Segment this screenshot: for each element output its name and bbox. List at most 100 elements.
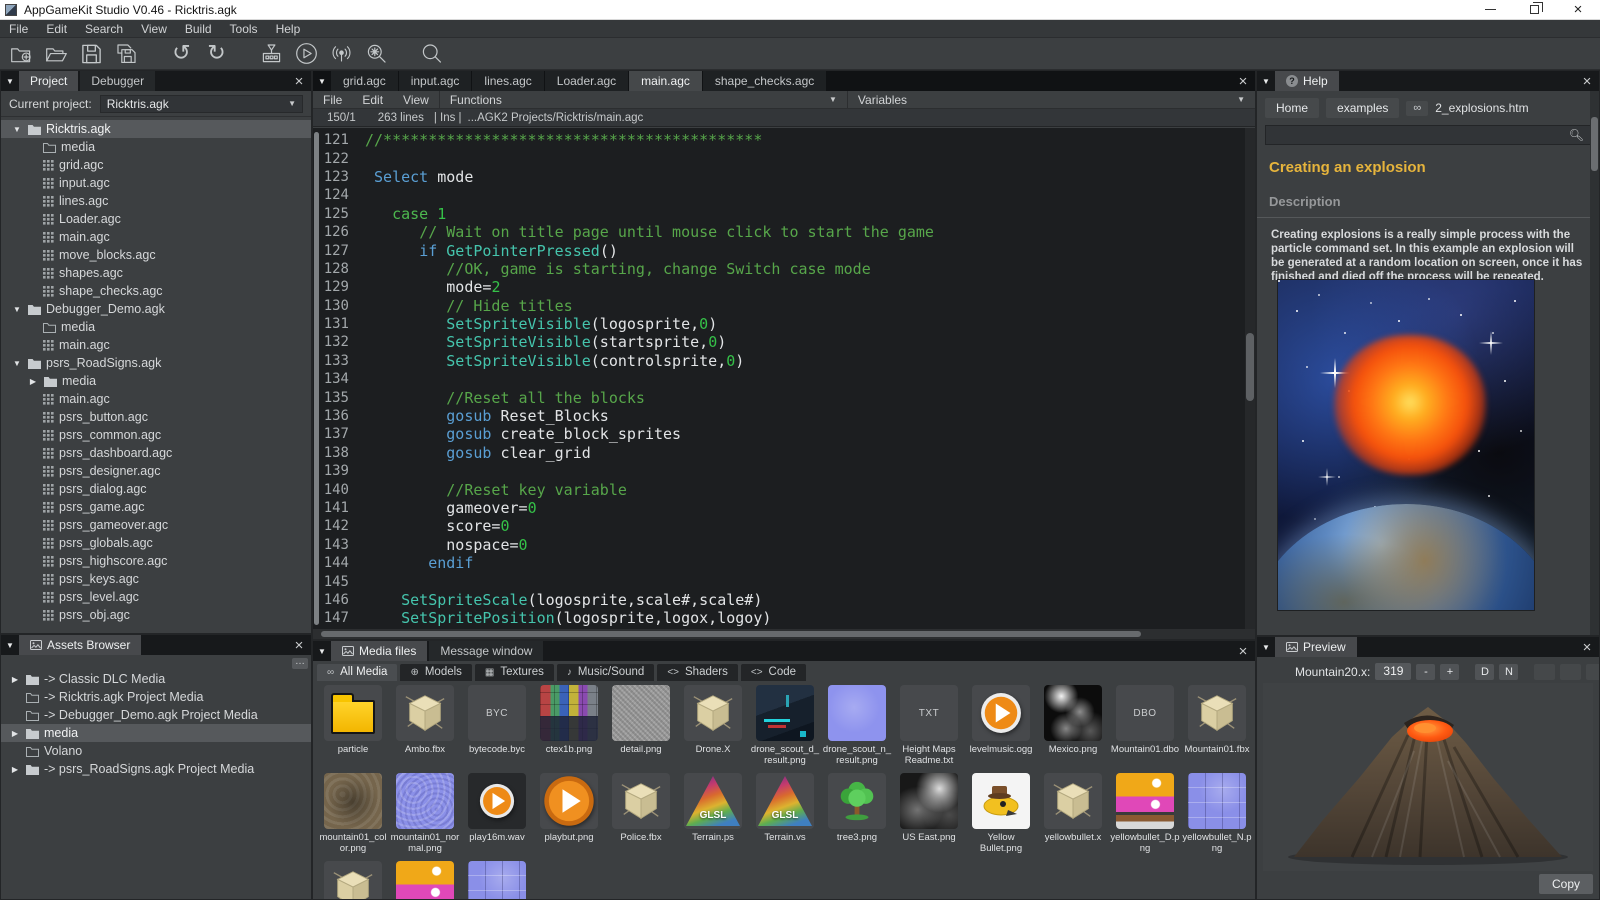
filter-all-media[interactable]: ∞All Media <box>317 664 397 681</box>
editor-menu-view[interactable]: View <box>393 91 439 108</box>
filter-textures[interactable]: ▦Textures <box>475 664 554 681</box>
close-icon[interactable]: × <box>1575 637 1599 657</box>
menu-help[interactable]: Help <box>267 22 310 36</box>
editor-menu-edit[interactable]: Edit <box>352 91 393 108</box>
chevron-right-icon[interactable]: ▶ <box>27 377 39 386</box>
editor-vertical-scrollbar[interactable] <box>1245 128 1255 629</box>
tree-item-psrs-level-agc[interactable]: psrs_level.agc <box>1 588 311 606</box>
menu-view[interactable]: View <box>132 22 176 36</box>
editor-menu-file[interactable]: File <box>313 91 352 108</box>
menu-file[interactable]: File <box>0 22 37 36</box>
tree-item-main-agc[interactable]: main.agc <box>1 336 311 354</box>
preview-d-button[interactable]: D <box>1475 664 1494 680</box>
help-scrollbar[interactable] <box>1590 91 1599 635</box>
media-item-play16m-wav[interactable]: play16m.wav <box>461 771 533 859</box>
editor-tab-loader-agc[interactable]: Loader.agc <box>545 71 628 91</box>
tree-item-ricktris-agk[interactable]: ▼Ricktris.agk <box>1 120 311 138</box>
variables-dropdown[interactable]: Variables ▼ <box>847 91 1255 108</box>
media-item-mexico-png[interactable]: Mexico.png <box>1037 683 1109 771</box>
tree-item-psrs-dialog-agc[interactable]: psrs_dialog.agc <box>1 480 311 498</box>
chevron-down-icon[interactable]: ▼ <box>11 305 23 314</box>
media-item[interactable] <box>317 859 389 899</box>
media-item-mountain01-normal-png[interactable]: mountain01_normal.png <box>389 771 461 859</box>
current-project-select[interactable]: Ricktris.agk ▼ <box>100 95 303 113</box>
media-item-yellowbullet-x[interactable]: yellowbullet.x <box>1037 771 1109 859</box>
tab-debugger[interactable]: Debugger <box>80 71 155 91</box>
preview-n-button[interactable]: N <box>1499 664 1518 680</box>
filter-models[interactable]: ⊕Models <box>400 664 471 681</box>
tree-item-volano[interactable]: Volano <box>1 742 311 760</box>
tree-item-psrs-highscore-agc[interactable]: psrs_highscore.agc <box>1 552 311 570</box>
open-project-button[interactable] <box>39 39 74 69</box>
scrollbar-thumb[interactable] <box>1591 117 1598 171</box>
tree-item-psrs-common-agc[interactable]: psrs_common.agc <box>1 426 311 444</box>
editor-tab-lines-agc[interactable]: lines.agc <box>472 71 543 91</box>
close-button[interactable]: × <box>1556 0 1600 19</box>
tab-help[interactable]: ? Help <box>1275 71 1339 91</box>
tab-preview[interactable]: Preview <box>1275 637 1357 657</box>
chevron-right-icon[interactable]: ▶ <box>9 729 21 738</box>
tree-item-media[interactable]: ▶media <box>1 724 311 742</box>
chevron-right-icon[interactable]: ▶ <box>9 675 21 684</box>
minimize-button[interactable] <box>1468 0 1512 19</box>
tree-item-main-agc[interactable]: main.agc <box>1 228 311 246</box>
search-button[interactable] <box>414 39 449 69</box>
media-item-drone-x[interactable]: Drone.X <box>677 683 749 771</box>
media-item-us-east-png[interactable]: US East.png <box>893 771 965 859</box>
tree-item-shapes-agc[interactable]: shapes.agc <box>1 264 311 282</box>
scrollbar-thumb[interactable] <box>321 631 1141 637</box>
preview-minus-button[interactable]: - <box>1416 664 1435 680</box>
media-item-particle[interactable]: particle <box>317 683 389 771</box>
editor-tab-input-agc[interactable]: input.agc <box>399 71 472 91</box>
tree-item-main-agc[interactable]: main.agc <box>1 390 311 408</box>
tree-item-psrs-designer-agc[interactable]: psrs_designer.agc <box>1 462 311 480</box>
tab-assets-browser[interactable]: Assets Browser <box>19 635 141 655</box>
chevron-down-icon[interactable]: ▼ <box>11 359 23 368</box>
dock-arrow-icon[interactable]: ▼ <box>1257 71 1275 91</box>
preview-blank-button[interactable] <box>1534 664 1555 680</box>
close-icon[interactable]: × <box>1231 71 1255 91</box>
tree-item-ricktris-agk-project-media[interactable]: -> Ricktris.agk Project Media <box>1 688 311 706</box>
tree-item-psrs-keys-agc[interactable]: psrs_keys.agc <box>1 570 311 588</box>
tree-item-psrs-game-agc[interactable]: psrs_game.agc <box>1 498 311 516</box>
tree-item-media[interactable]: ▶media <box>1 372 311 390</box>
close-icon[interactable]: × <box>287 635 311 655</box>
menu-build[interactable]: Build <box>176 22 221 36</box>
search-icon[interactable]: 🔍︎ <box>1569 128 1584 142</box>
link-icon[interactable]: ∞ <box>1406 101 1428 116</box>
media-item-levelmusic-ogg[interactable]: levelmusic.ogg <box>965 683 1037 771</box>
undo-button[interactable]: ↺ <box>164 39 199 69</box>
tab-project[interactable]: Project <box>19 71 78 91</box>
tree-item-media[interactable]: media <box>1 138 311 156</box>
save-all-button[interactable] <box>109 39 144 69</box>
dock-arrow-icon[interactable]: ▼ <box>1 635 19 655</box>
debug-button[interactable] <box>359 39 394 69</box>
media-item-drone-scout-n-result-png[interactable]: drone_scout_n_result.png <box>821 683 893 771</box>
tree-item-loader-agc[interactable]: Loader.agc <box>1 210 311 228</box>
help-examples-button[interactable]: examples <box>1326 98 1399 118</box>
tree-item-psrs-globals-agc[interactable]: psrs_globals.agc <box>1 534 311 552</box>
filter-code[interactable]: <>Code <box>741 664 806 681</box>
functions-dropdown[interactable]: Functions ▼ <box>439 91 847 108</box>
tab-media-files[interactable]: Media files <box>331 641 427 661</box>
tree-item-media[interactable]: media <box>1 318 311 336</box>
copy-button[interactable]: Copy <box>1539 874 1593 894</box>
media-item-ambo-fbx[interactable]: Ambo.fbx <box>389 683 461 771</box>
media-item-yellowbullet-n-png[interactable]: yellowbullet_N.png <box>1181 771 1253 859</box>
tree-item-input-agc[interactable]: input.agc <box>1 174 311 192</box>
tree-item-psrs-dashboard-agc[interactable]: psrs_dashboard.agc <box>1 444 311 462</box>
editor-tab-main-agc[interactable]: main.agc <box>629 71 702 91</box>
menu-tools[interactable]: Tools <box>221 22 267 36</box>
menu-edit[interactable]: Edit <box>37 22 76 36</box>
close-icon[interactable]: × <box>1231 641 1255 661</box>
restore-button[interactable] <box>1512 0 1556 19</box>
preview-blank-button[interactable] <box>1586 664 1600 680</box>
save-button[interactable] <box>74 39 109 69</box>
dock-arrow-icon[interactable]: ▼ <box>313 71 331 91</box>
editor-tab-shape-checks-agc[interactable]: shape_checks.agc <box>703 71 826 91</box>
scrollbar-thumb[interactable] <box>1246 333 1254 401</box>
media-item-bytecode-byc[interactable]: BYCbytecode.byc <box>461 683 533 771</box>
redo-button[interactable]: ↻ <box>199 39 234 69</box>
tree-item-psrs-button-agc[interactable]: psrs_button.agc <box>1 408 311 426</box>
media-item[interactable] <box>461 859 533 899</box>
